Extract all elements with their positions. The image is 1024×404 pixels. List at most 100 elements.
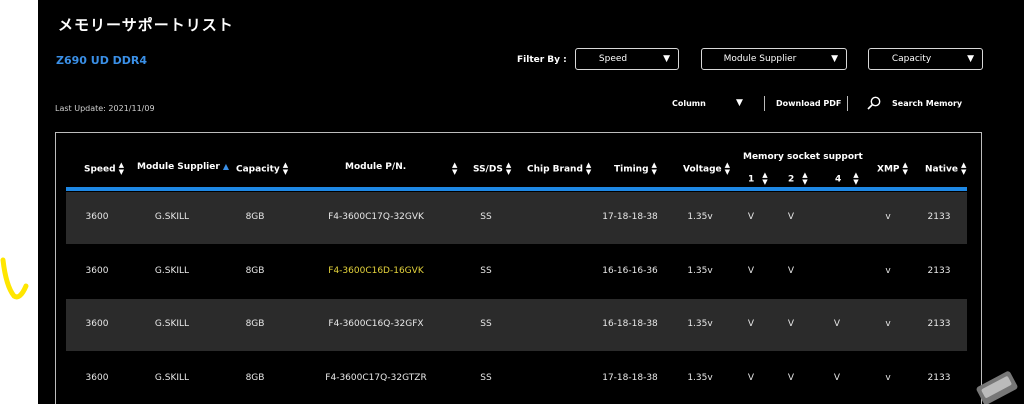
column-selector[interactable]: Column xyxy=(672,99,706,108)
header-speed[interactable]: Speed ▲ ▼ xyxy=(84,162,124,176)
header-speed-label: Speed xyxy=(84,164,116,175)
supplier-dropdown[interactable]: Module Supplier ▼ xyxy=(701,48,847,70)
search-memory-button[interactable]: Search Memory xyxy=(892,99,962,108)
header-capacity[interactable]: Capacity ▲ ▼ xyxy=(236,162,288,176)
header-native[interactable]: Native ▲ ▼ xyxy=(925,162,966,176)
capacity-dropdown-label: Capacity xyxy=(891,54,932,64)
speed-dropdown[interactable]: Speed ▼ xyxy=(575,48,679,70)
cell-pn: F4-3600C17Q-32GVK xyxy=(328,212,424,222)
header-socket-4[interactable]: 4 ▲ ▼ xyxy=(835,172,859,186)
header-s4-label: 4 xyxy=(835,174,842,185)
header-voltage-label: Voltage xyxy=(683,164,722,175)
cell-socket-1: V xyxy=(747,373,755,383)
header-ssds-label: SS/DS xyxy=(473,164,503,175)
cell-socket-1: V xyxy=(747,266,755,276)
cell-ssds: SS xyxy=(480,373,492,383)
cell-capacity: 8GB xyxy=(245,319,265,329)
table-row[interactable]: 3600 G.SKILL 8GB F4-3600C17Q-32GTZR SS 1… xyxy=(66,353,967,404)
sort-icon: ▲ ▼ xyxy=(762,171,768,186)
cell-timing: 17-18-18-38 xyxy=(602,373,658,383)
sort-icon: ▲ ▼ xyxy=(902,161,908,176)
cell-supplier: G.SKILL xyxy=(154,266,190,276)
cell-socket-2: V xyxy=(787,319,795,329)
cell-socket-2: V xyxy=(787,266,795,276)
header-timing-label: Timing xyxy=(614,164,649,175)
caret-down-icon[interactable]: ▼ xyxy=(736,98,743,108)
header-socket-2[interactable]: 2 ▲ ▼ xyxy=(788,172,808,186)
sort-icon: ▲ ▼ xyxy=(960,161,967,176)
header-socket-label: Memory socket support xyxy=(743,152,863,162)
cell-voltage: 1.35v xyxy=(687,373,713,383)
caret-down-icon: ▼ xyxy=(831,54,838,64)
header-socket-1[interactable]: 1 ▲ ▼ xyxy=(748,172,768,186)
download-pdf-button[interactable]: Download PDF xyxy=(776,99,841,108)
cell-timing: 17-18-18-38 xyxy=(602,212,658,222)
cell-socket-1: V xyxy=(747,319,755,329)
header-ssds[interactable]: SS/DS ▲ ▼ xyxy=(473,162,511,176)
header-voltage[interactable]: Voltage ▲ ▼ xyxy=(683,162,730,176)
table-row[interactable]: 3600 G.SKILL 8GB F4-3600C16Q-32GFX SS 16… xyxy=(66,299,967,351)
decorative-object xyxy=(976,371,1018,404)
memory-support-panel: メモリーサポートリスト Z690 UD DDR4 Last Update: 20… xyxy=(38,0,1024,404)
cell-supplier: G.SKILL xyxy=(154,319,190,329)
cell-pn: F4-3600C16Q-32GFX xyxy=(328,319,424,329)
search-icon[interactable] xyxy=(867,96,881,110)
cell-native: 2133 xyxy=(927,319,951,329)
caret-down-icon: ▼ xyxy=(663,54,670,64)
cell-socket-2: V xyxy=(787,212,795,222)
header-module-supplier[interactable]: Module Supplier ▲ xyxy=(137,162,229,172)
yellow-annotation-mark xyxy=(0,257,29,300)
sort-icon: ▲ ▼ xyxy=(651,161,657,176)
cell-native: 2133 xyxy=(927,373,951,383)
cell-speed: 3600 xyxy=(85,373,109,383)
sort-icon: ▲ ▼ xyxy=(724,161,731,176)
cell-socket-4: V xyxy=(833,373,841,383)
divider xyxy=(764,96,765,111)
supplier-dropdown-label: Module Supplier xyxy=(723,54,797,64)
cell-speed: 3600 xyxy=(85,212,109,222)
caret-down-icon: ▼ xyxy=(967,54,974,64)
cell-capacity: 8GB xyxy=(245,266,265,276)
sort-icon: ▲ ▼ xyxy=(802,171,808,186)
speed-dropdown-label: Speed xyxy=(598,54,628,64)
cell-pn: F4-3600C17Q-32GTZR xyxy=(325,373,427,383)
header-chip-brand[interactable]: Chip Brand ▲ ▼ xyxy=(527,162,591,176)
sort-icon: ▲ ▼ xyxy=(505,161,512,176)
cell-xmp: v xyxy=(885,373,891,383)
cell-socket-2: V xyxy=(787,373,795,383)
cell-xmp: v xyxy=(885,319,891,329)
cell-native: 2133 xyxy=(927,266,951,276)
cell-speed: 3600 xyxy=(85,266,109,276)
cell-ssds: SS xyxy=(480,266,492,276)
header-s2-label: 2 xyxy=(788,174,795,185)
cell-ssds: SS xyxy=(480,319,492,329)
header-chip-label: Chip Brand xyxy=(527,164,583,175)
sort-icon: ▲ ▼ xyxy=(118,161,124,176)
capacity-dropdown[interactable]: Capacity ▼ xyxy=(868,48,983,70)
header-timing[interactable]: Timing ▲ ▼ xyxy=(614,162,657,176)
last-update: Last Update: 2021/11/09 xyxy=(55,104,155,113)
cell-speed: 3600 xyxy=(85,319,109,329)
divider xyxy=(847,96,848,111)
cell-voltage: 1.35v xyxy=(687,266,713,276)
header-pn-label: Module P/N. xyxy=(345,162,407,172)
header-supplier-label: Module Supplier xyxy=(137,162,220,172)
cell-socket-4: V xyxy=(833,319,841,329)
filter-label: Filter By : xyxy=(517,55,567,65)
table-row[interactable]: 3600 G.SKILL 8GB F4-3600C16D-16GVK SS 16… xyxy=(66,246,967,298)
header-xmp[interactable]: XMP ▲ ▼ xyxy=(877,162,908,176)
sort-icon: ▲ ▼ xyxy=(452,161,458,176)
header-module-pn: Module P/N. xyxy=(345,162,406,172)
table-row[interactable]: 3600 G.SKILL 8GB F4-3600C17Q-32GVK SS 17… xyxy=(66,192,967,244)
header-pn-sort[interactable]: ▲ ▼ xyxy=(449,162,457,176)
cell-supplier: G.SKILL xyxy=(154,212,190,222)
header-s1-label: 1 xyxy=(748,174,755,185)
cell-voltage: 1.35v xyxy=(687,319,713,329)
cell-capacity: 8GB xyxy=(245,373,265,383)
header-native-label: Native xyxy=(925,164,958,175)
cell-ssds: SS xyxy=(480,212,492,222)
cell-voltage: 1.35v xyxy=(687,212,713,222)
header-memory-socket: Memory socket support xyxy=(743,152,863,162)
cell-xmp: v xyxy=(885,212,891,222)
cell-supplier: G.SKILL xyxy=(154,373,190,383)
